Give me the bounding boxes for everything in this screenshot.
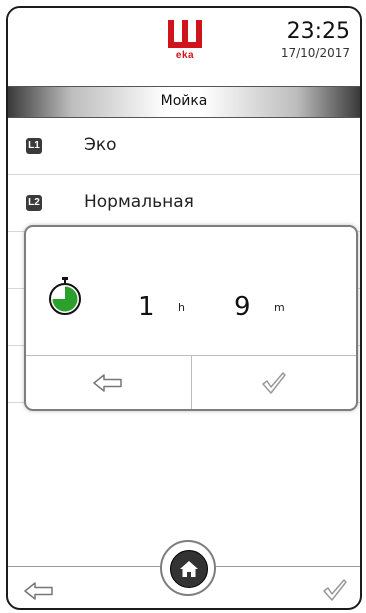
eka-logo: eka: [168, 20, 202, 70]
footer-back-button[interactable]: [24, 582, 54, 604]
hours-value[interactable]: 1: [138, 293, 155, 321]
minutes-value[interactable]: 9: [234, 293, 251, 321]
home-button[interactable]: [160, 540, 216, 596]
device-screen: eka 23:25 17/10/2017 Мойка L1 Эко L2 Нор…: [6, 6, 362, 610]
program-label-eco: Эко: [84, 135, 117, 155]
footer-bar: [8, 538, 360, 608]
dialog-button-row: [26, 355, 356, 409]
program-label-normal: Нормальная: [84, 192, 194, 212]
minutes-unit: m: [274, 301, 285, 314]
clock-time: 23:25: [286, 19, 350, 44]
clock: 23:25 17/10/2017: [280, 19, 350, 61]
clock-date: 17/10/2017: [280, 46, 350, 60]
screen-title: Мойка: [160, 93, 208, 109]
duration-dialog: 1 h 9 m: [24, 225, 358, 411]
home-icon: [180, 561, 198, 577]
checkmark-icon: [323, 579, 347, 601]
footer-confirm-button[interactable]: [322, 578, 348, 606]
header: eka 23:25 17/10/2017: [8, 8, 360, 86]
program-badge-l2: L2: [26, 195, 42, 211]
home-button-inner: [170, 550, 208, 588]
eka-logo-mark: [168, 20, 202, 48]
list-item-normal[interactable]: L2 Нормальная: [8, 175, 360, 232]
arrow-left-icon: [24, 582, 53, 600]
dialog-confirm-button[interactable]: [190, 356, 357, 409]
dialog-back-button[interactable]: [26, 356, 191, 409]
timer-icon: [49, 277, 81, 315]
hours-unit: h: [178, 301, 185, 314]
checkmark-icon: [262, 371, 286, 394]
arrow-left-icon: [93, 373, 122, 392]
title-bar: Мойка: [8, 86, 360, 118]
list-item-eco[interactable]: L1 Эко: [8, 118, 360, 175]
eka-logo-text: eka: [175, 50, 195, 61]
program-badge-l1: L1: [26, 138, 42, 154]
